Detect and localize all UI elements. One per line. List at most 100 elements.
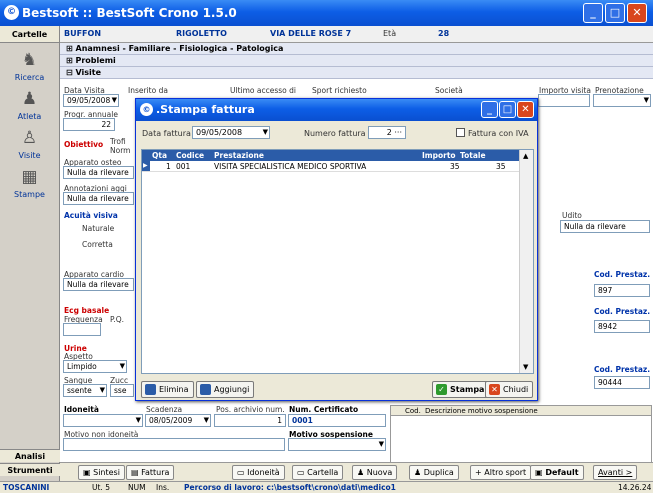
cartella-button[interactable]: ▭ Cartella (292, 465, 344, 480)
sidebar-item-strumenti[interactable]: Strumenti (0, 463, 60, 476)
idoneita-button[interactable]: ▭ Idoneità (232, 465, 285, 480)
row-pointer-icon: ▶ (142, 161, 150, 171)
window-title-bar: © Bestsoft :: BestSoft Crono 1.5.0 _ □ ✕ (0, 0, 653, 26)
age-label: Età (383, 29, 397, 38)
cod-prestaz-field-2[interactable]: 8942 (594, 320, 650, 333)
cod-prestaz-label-2: Cod. Prestaz. (594, 307, 651, 316)
data-visita-value: 09/05/2008 (67, 96, 111, 105)
chevron-down-icon: ▼ (203, 416, 209, 424)
section-problemi[interactable]: ⊞ Problemi (60, 55, 653, 67)
chiudi-button[interactable]: ✕ Chiudi (485, 381, 534, 398)
sidebar-header: Cartelle (0, 26, 59, 43)
data-visita-field[interactable]: 09/05/2008 ▼ (63, 94, 119, 107)
cell-importo: 35 (450, 162, 460, 171)
dialog-title: .Stampa fattura (156, 103, 255, 116)
progr-field[interactable]: 22 (63, 118, 115, 131)
prenotazione-field[interactable]: ▼ (593, 94, 651, 107)
minimize-button[interactable]: _ (583, 3, 603, 23)
section-visite[interactable]: ⊟ Visite (60, 67, 653, 79)
sidebar-item-label: Atleta (17, 112, 42, 121)
motivo-sosp-field[interactable]: ▼ (288, 438, 386, 451)
grid-scrollbar[interactable]: ▲ ▼ (519, 150, 533, 373)
dialog-minimize-button[interactable]: _ (481, 101, 498, 118)
aspetto-field[interactable]: Limpido ▼ (63, 360, 127, 373)
dialog-close-button[interactable]: ✕ (517, 101, 534, 118)
patient-age: 28 (438, 29, 450, 38)
nuova-button[interactable]: ♟ Nuova (352, 465, 398, 480)
cartella-label: Cartella (307, 468, 339, 477)
nuova-label: Nuova (366, 468, 393, 477)
data-fattura-value: 09/05/2008 (196, 128, 243, 137)
chevron-down-icon: ▼ (111, 96, 117, 104)
cod-prestaz-field-3[interactable]: 90444 (594, 376, 650, 389)
close-button[interactable]: ✕ (627, 3, 647, 23)
acuita-label: Acuità visiva (64, 211, 118, 220)
patient-bar: BUFFON RIGOLETTO VIA DELLE ROSE 7 Età 28 (60, 26, 653, 43)
data-fattura-field[interactable]: 09/05/2008 ▼ (192, 126, 270, 139)
scadenza-label: Scadenza (146, 405, 183, 414)
new-visit-icon: ♟ (357, 468, 365, 477)
pos-archivio-label: Pos. archivio num. (216, 405, 285, 414)
idoneita-label: Idoneità (247, 468, 280, 477)
obiettivo-label: Obiettivo (64, 140, 104, 149)
societa-label: Società (435, 86, 463, 95)
aggiungi-button[interactable]: Aggiungi (196, 381, 255, 398)
maximize-button[interactable]: □ (605, 3, 625, 23)
elimina-button[interactable]: Elimina (141, 381, 194, 398)
col-importo: Importo (422, 151, 456, 160)
cod-prestaz-field-1[interactable]: 897 (594, 284, 650, 297)
apparato-osteo-field[interactable]: Nulla da rilevare (63, 166, 134, 179)
cod-prestaz-label-3: Cod. Prestaz. (594, 365, 651, 374)
printer-icon: ▦ (21, 167, 38, 187)
fattura-button[interactable]: ▤ Fattura (126, 465, 175, 480)
scadenza-field[interactable]: 08/05/2009 ▼ (145, 414, 211, 427)
sidebar-item-ricerca[interactable]: ♞ Ricerca (0, 49, 59, 82)
cell-prestazione: VISITA SPECIALISTICA MEDICO SPORTIVA (214, 162, 367, 171)
frequenza-field[interactable] (63, 323, 101, 336)
elimina-label: Elimina (159, 385, 189, 394)
delete-icon (145, 384, 156, 395)
patient-surname: BUFFON (64, 29, 102, 38)
fattura-label: Fattura (141, 468, 170, 477)
data-fattura-label: Data fattura (142, 129, 191, 138)
udito-field[interactable]: Nulla da rilevare (560, 220, 650, 233)
sintesi-button[interactable]: ▣ Sintesi (78, 465, 125, 480)
avanti-button[interactable]: Avanti > (593, 465, 638, 480)
num-cert-label: Num. Certificato (289, 405, 359, 414)
altro-sport-button[interactable]: + Altro sport (470, 465, 532, 480)
sidebar-item-analisi[interactable]: Analisi (0, 449, 60, 462)
dialog-maximize-button[interactable]: □ (499, 101, 516, 118)
num-cert-field[interactable]: 0001 (288, 414, 386, 427)
inserito-label: Inserito da (128, 86, 168, 95)
sidebar: Cartelle ♞ Ricerca ♟ Atleta ♙ Visite ▦ S… (0, 26, 60, 493)
importo-field[interactable] (538, 94, 590, 107)
section-anamnesi[interactable]: ⊞ Anamnesi - Familiare - Fisiologica - P… (60, 43, 653, 55)
default-button[interactable]: ▣ Default (530, 465, 584, 480)
folder-icon: ▭ (297, 468, 305, 477)
sidebar-item-stampe[interactable]: ▦ Stampe (0, 166, 59, 199)
prestazioni-grid[interactable]: Qta Codice Prestazione Importo Totale ▶ … (141, 149, 534, 374)
sidebar-item-visite[interactable]: ♙ Visite (0, 127, 59, 160)
sangue-field[interactable]: ssente ▼ (63, 384, 107, 397)
idoneita-field[interactable]: ▼ (63, 414, 143, 427)
chiudi-label: Chiudi (503, 385, 529, 394)
sidebar-item-atleta[interactable]: ♟ Atleta (0, 88, 59, 121)
sospensione-grid[interactable]: Cod. Descrizione motivo sospensione (390, 405, 652, 465)
stampa-label: Stampa (450, 385, 485, 394)
patient-address: VIA DELLE ROSE 7 (270, 29, 352, 38)
fattura-iva-checkbox[interactable] (456, 128, 465, 137)
scroll-up-icon[interactable]: ▲ (523, 152, 528, 160)
table-row[interactable]: ▶ 1 001 VISITA SPECIALISTICA MEDICO SPOR… (142, 161, 533, 172)
status-bar: TOSCANINI Ut. 5 NUM Ins. Percorso di lav… (0, 481, 653, 493)
motivo-non-field[interactable] (63, 438, 285, 451)
duplica-button[interactable]: ♟ Duplica (409, 465, 459, 480)
annotazioni-field[interactable]: Nulla da rilevare (63, 192, 134, 205)
default-label: Default (545, 468, 579, 477)
pos-archivio-field[interactable]: 1 (214, 414, 286, 427)
stampa-button[interactable]: ✓ Stampa (432, 381, 490, 398)
numero-fattura-field[interactable]: 2 ··· (368, 126, 406, 139)
apparato-cardio-field[interactable]: Nulla da rilevare (63, 278, 134, 291)
zucc-field[interactable]: sse (110, 384, 134, 397)
scroll-down-icon[interactable]: ▼ (523, 363, 528, 371)
invoice-icon: ▤ (131, 468, 139, 477)
